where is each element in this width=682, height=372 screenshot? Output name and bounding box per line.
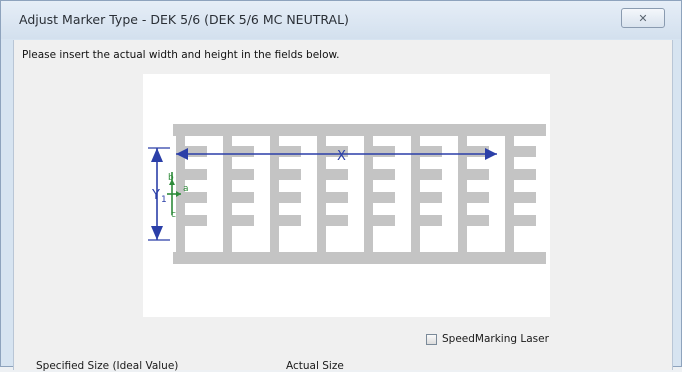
marker-post xyxy=(223,128,232,258)
speedmarking-option[interactable]: SpeedMarking Laser xyxy=(426,333,549,345)
marker-post xyxy=(364,128,373,258)
marker-tab xyxy=(232,146,254,157)
marker-post xyxy=(458,128,467,258)
marker-strip xyxy=(176,128,536,258)
offset-c-label: c xyxy=(171,210,176,220)
speedmarking-label[interactable]: SpeedMarking Laser xyxy=(442,333,549,345)
marker-tab xyxy=(467,169,489,180)
marker-tab xyxy=(514,146,536,157)
close-button[interactable]: ✕ xyxy=(621,8,665,28)
marker-tab xyxy=(373,192,395,203)
y-arrow-top xyxy=(151,148,163,162)
marker-tab xyxy=(279,215,301,226)
marker-tab xyxy=(326,169,348,180)
marker-tab xyxy=(514,169,536,180)
marker-tab xyxy=(326,192,348,203)
dialog-window: Adjust Marker Type - DEK 5/6 (DEK 5/6 MC… xyxy=(0,0,682,372)
marker-tab xyxy=(279,192,301,203)
marker-diagram: X Y 1 b a c xyxy=(143,74,550,317)
marker-tab xyxy=(420,215,442,226)
marker-post xyxy=(270,128,279,258)
actual-size-label: Actual Size xyxy=(286,360,344,372)
y-dimension-label: Y xyxy=(151,188,160,203)
marker-diagram-svg: X Y 1 b a c xyxy=(148,124,546,264)
marker-tab xyxy=(232,215,254,226)
offset-b-label: b xyxy=(168,173,174,183)
marker-tab xyxy=(185,215,207,226)
marker-tab xyxy=(420,169,442,180)
instruction-text: Please insert the actual width and heigh… xyxy=(22,49,340,61)
marker-tab xyxy=(279,146,301,157)
marker-tab xyxy=(232,192,254,203)
marker-tab xyxy=(279,169,301,180)
marker-tab xyxy=(514,215,536,226)
y-arrow-bottom xyxy=(151,226,163,240)
x-dimension-label: X xyxy=(337,149,346,164)
marker-post xyxy=(411,128,420,258)
marker-post xyxy=(317,128,326,258)
speedmarking-checkbox[interactable] xyxy=(426,333,437,345)
marker-tab xyxy=(467,215,489,226)
y-dimension-subscript: 1 xyxy=(161,195,167,205)
marker-tab xyxy=(420,146,442,157)
marker-tab xyxy=(373,215,395,226)
close-icon: ✕ xyxy=(638,11,648,25)
marker-tab xyxy=(232,169,254,180)
marker-post xyxy=(505,128,514,258)
marker-tab xyxy=(514,192,536,203)
marker-tab xyxy=(185,169,207,180)
marker-tab xyxy=(373,169,395,180)
window-title: Adjust Marker Type - DEK 5/6 (DEK 5/6 MC… xyxy=(19,12,349,27)
marker-tab xyxy=(467,192,489,203)
dialog-body: Please insert the actual width and heigh… xyxy=(13,40,673,372)
marker-tab xyxy=(373,146,395,157)
offset-a-label: a xyxy=(183,184,189,194)
x-arrow-right xyxy=(485,148,497,160)
title-bar[interactable]: Adjust Marker Type - DEK 5/6 (DEK 5/6 MC… xyxy=(1,1,681,39)
marker-tab xyxy=(420,192,442,203)
marker-tab xyxy=(326,215,348,226)
marker-tab xyxy=(185,146,207,157)
specified-size-label: Specified Size (Ideal Value) xyxy=(36,360,179,372)
